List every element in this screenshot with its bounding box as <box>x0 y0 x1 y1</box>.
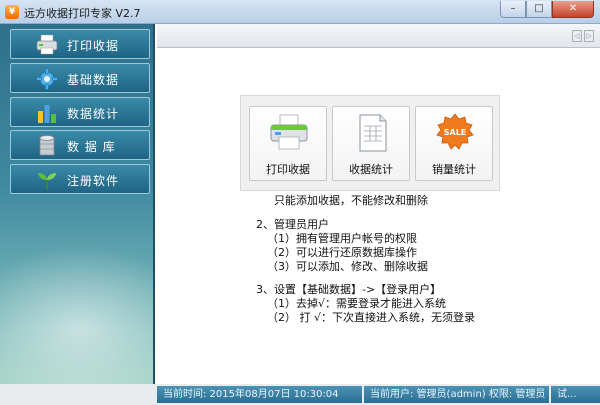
status-extra: 试... <box>551 386 600 403</box>
bar-chart-icon <box>38 105 56 123</box>
scroll-left-button[interactable]: ◁ <box>572 30 582 42</box>
sidebar-item-basic-data[interactable]: 基础数据 <box>10 63 150 93</box>
main-content: 打印收据 收据统计 SALE 销量统计 只能添加收据，不能修改和删除 2、管理员… <box>157 48 600 384</box>
status-bar-blank <box>0 384 155 405</box>
sidebar-item-label: 基础数据 <box>67 73 120 87</box>
app-logo-icon: ¥ <box>5 5 19 19</box>
sidebar-item-print-receipt[interactable]: 打印收据 <box>10 29 150 59</box>
tile-label: 收据统计 <box>349 163 393 176</box>
tile-label: 销量统计 <box>432 163 476 176</box>
status-current-time: 当前时间: 2015年08月07日 10:30:04 <box>157 386 362 403</box>
sidebar-decoration <box>0 244 153 384</box>
sale-badge-text: SALE <box>444 128 467 137</box>
sidebar-item-label: 注册软件 <box>67 174 120 188</box>
minimize-button[interactable]: – <box>500 1 526 18</box>
tile-receipt-statistics[interactable]: 收据统计 <box>332 106 410 181</box>
tab-strip: ◁ ▷ <box>157 24 600 48</box>
gear-icon <box>36 68 58 90</box>
note-partial-line: 只能添加收据，不能修改和删除 <box>274 194 428 207</box>
tile-label: 打印收据 <box>266 163 310 176</box>
window-controls: – □ ✕ <box>500 1 594 18</box>
sidebar-item-register[interactable]: 注册软件 <box>10 164 150 194</box>
sidebar-item-database[interactable]: 数 据 库 <box>10 130 150 160</box>
tile-sales-statistics[interactable]: SALE 销量统计 <box>415 106 493 181</box>
sprout-icon <box>38 173 56 190</box>
sidebar-item-label: 打印收据 <box>67 39 120 53</box>
tab-scroll-controls: ◁ ▷ <box>572 30 594 42</box>
status-current-user: 当前用户: 管理员(admin) 权限: 管理员 <box>364 386 549 403</box>
note-section2-item: （3）可以添加、修改、删除收据 <box>267 260 428 273</box>
printer-icon <box>36 34 58 55</box>
printer-icon <box>270 114 308 150</box>
sale-badge-icon: SALE <box>436 113 474 150</box>
sidebar: 打印收据 基础数据 数据统计 数 据 库 注册软件 <box>0 24 155 384</box>
document-icon <box>359 114 387 152</box>
title-bar: ¥ 远方收据打印专家 V2.7 – □ ✕ <box>0 0 600 24</box>
sidebar-item-label: 数据统计 <box>67 107 120 121</box>
close-button[interactable]: ✕ <box>552 1 594 18</box>
database-icon <box>39 135 55 156</box>
note-section3-item: （2） 打 √：下次直接进入系统，无须登录 <box>267 311 475 324</box>
sidebar-item-statistics[interactable]: 数据统计 <box>10 97 150 127</box>
status-bar: 当前时间: 2015年08月07日 10:30:04 当前用户: 管理员(adm… <box>0 384 600 405</box>
tile-print-receipt[interactable]: 打印收据 <box>249 106 327 181</box>
scroll-right-button[interactable]: ▷ <box>584 30 594 42</box>
sidebar-item-label: 数 据 库 <box>67 140 116 154</box>
window-title: 远方收据打印专家 V2.7 <box>24 7 141 20</box>
quick-launch-panel: 打印收据 收据统计 SALE 销量统计 <box>240 95 500 191</box>
maximize-button[interactable]: □ <box>526 1 552 18</box>
